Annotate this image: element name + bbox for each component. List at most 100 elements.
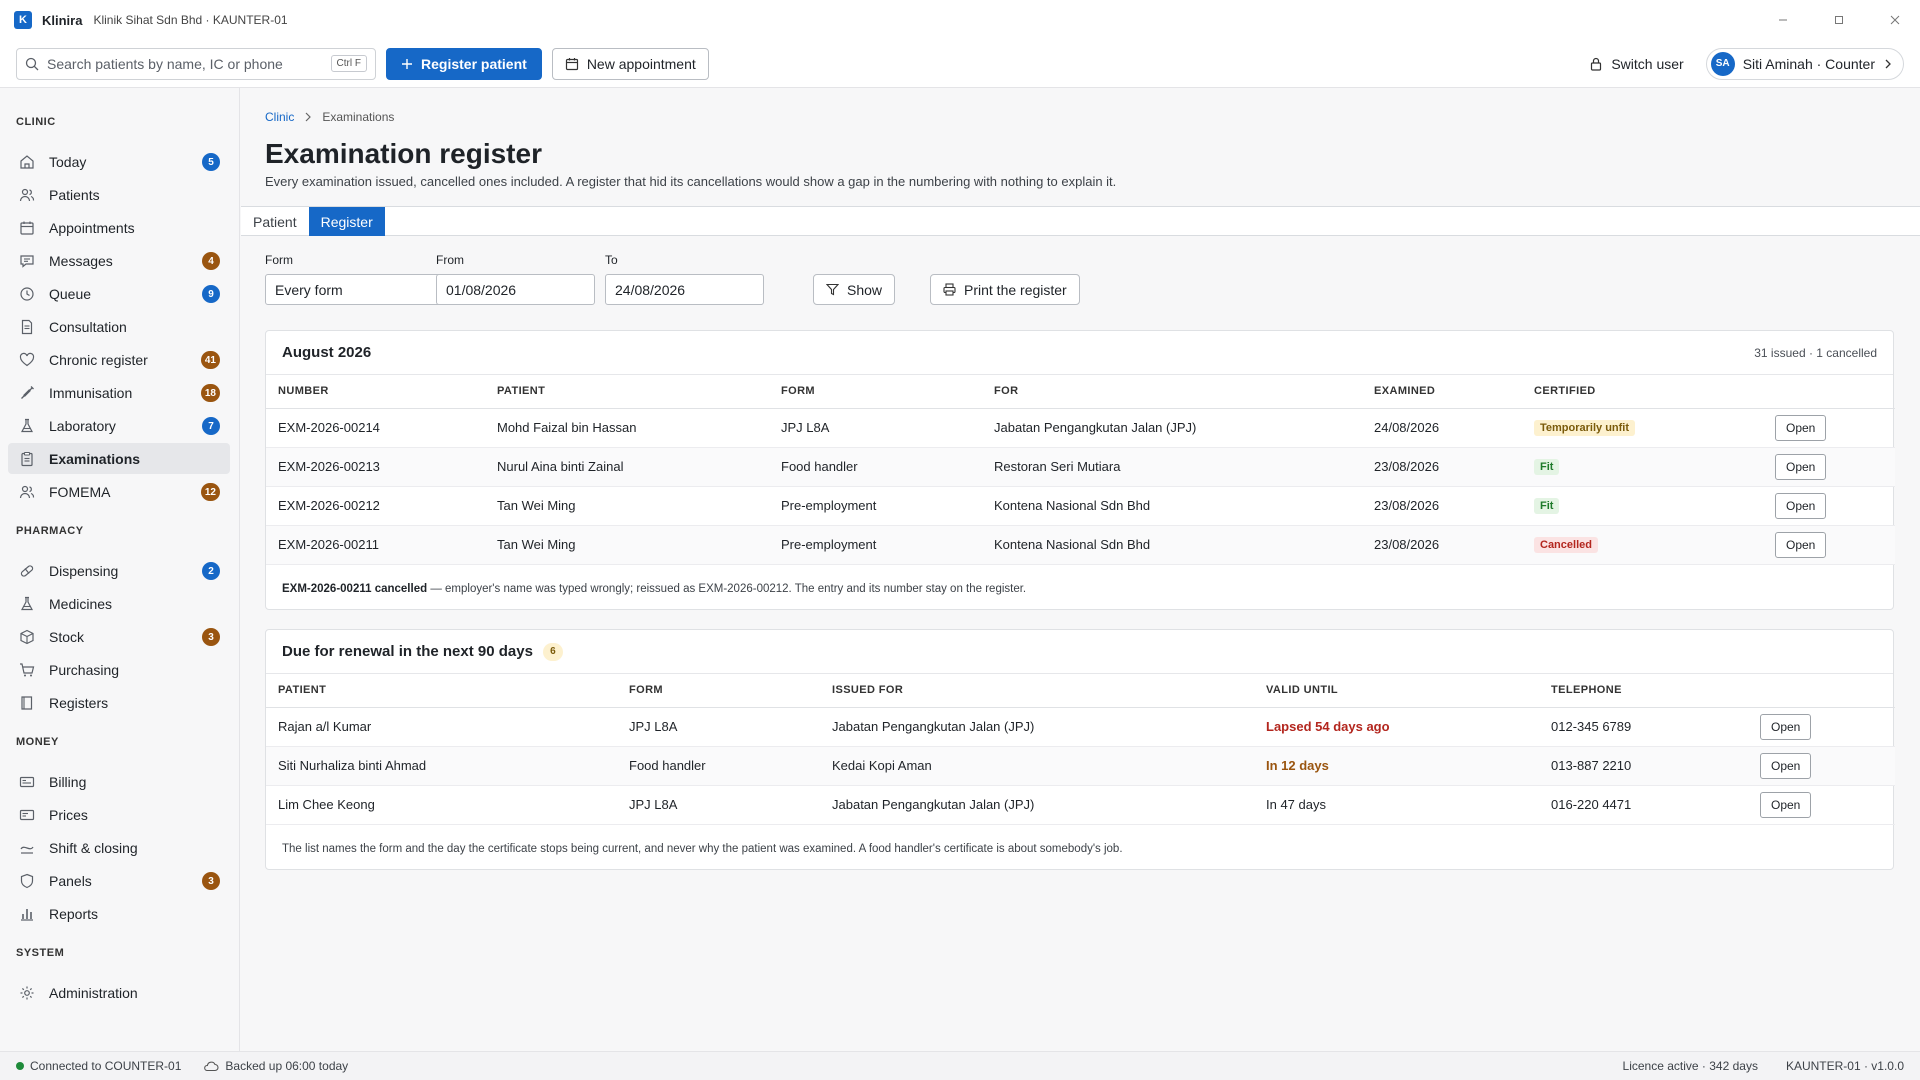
sidebar-item-purchasing[interactable]: Purchasing — [8, 654, 230, 685]
sidebar-item-billing[interactable]: Billing — [8, 766, 230, 797]
sidebar-item-fomema[interactable]: FOMEMA 12 — [8, 476, 230, 507]
renewals-note: The list names the form and the day the … — [282, 842, 1123, 855]
exam-form: JPJ L8A — [769, 408, 982, 448]
sidebar-item-appointments[interactable]: Appointments — [8, 212, 230, 243]
backup-status: Backed up 06:00 today — [225, 1059, 349, 1073]
register-card: August 2026 31 issued · 1 cancelled NUMB… — [265, 330, 1895, 610]
form-select[interactable]: Every form — [265, 274, 465, 305]
exam-date: 23/08/2026 — [1362, 447, 1522, 487]
open-button[interactable]: Open — [1775, 453, 1827, 480]
sidebar-item-stock[interactable]: Stock 3 — [8, 621, 230, 652]
open-button[interactable]: Open — [1775, 414, 1827, 441]
open-button[interactable]: Open — [1775, 531, 1827, 558]
sidebar-item-reports[interactable]: Reports — [8, 898, 230, 929]
col-for: FOR — [982, 375, 1362, 409]
tab-patient[interactable]: Patient — [241, 207, 309, 236]
sidebar-item-label: Administration — [49, 984, 138, 1001]
from-label: From — [436, 253, 464, 267]
sidebar-item-panels[interactable]: Panels 3 — [8, 865, 230, 896]
close-icon — [1890, 15, 1900, 25]
open-button[interactable]: Open — [1775, 492, 1827, 519]
new-appointment-button[interactable]: New appointment — [551, 47, 709, 80]
renewals-table: PATIENT FORM ISSUED FOR VALID UNTIL TELE… — [266, 674, 1895, 825]
document-icon — [21, 319, 33, 334]
to-field: To — [605, 253, 764, 305]
sidebar-item-prices[interactable]: Prices — [8, 799, 230, 830]
print-register-button[interactable]: Print the register — [930, 274, 1080, 305]
sidebar-item-shift-and-closing[interactable]: Shift & closing — [8, 832, 230, 863]
sidebar-item-queue[interactable]: Queue 9 — [8, 278, 230, 309]
sidebar-item-badge: 2 — [202, 562, 220, 580]
sidebar-item-dispensing[interactable]: Dispensing 2 — [8, 555, 230, 586]
sidebar-item-patients[interactable]: Patients — [8, 179, 230, 210]
renewal-issued-for: Kedai Kopi Aman — [820, 746, 1254, 786]
sidebar-item-today[interactable]: Today 5 — [8, 146, 230, 177]
search-icon — [25, 57, 39, 70]
certified-cell: Cancelled — [1522, 525, 1763, 565]
renewal-patient: Lim Chee Keong — [266, 785, 617, 825]
sidebar-item-badge: 41 — [200, 351, 220, 369]
sidebar-item-label: Immunisation — [49, 384, 133, 401]
new-appointment-label: New appointment — [586, 55, 696, 72]
sidebar-item-registers[interactable]: Registers — [8, 687, 230, 718]
exam-for: Restoran Seri Mutiara — [982, 447, 1362, 487]
app-logo: K — [14, 11, 32, 29]
sidebar-item-administration[interactable]: Administration — [8, 977, 230, 1008]
breadcrumb: Clinic Examinations — [265, 110, 394, 124]
switch-user-button[interactable]: Switch user — [1589, 56, 1684, 72]
sidebar-item-label: Purchasing — [49, 661, 120, 678]
sidebar-item-label: Prices — [49, 806, 88, 823]
nav-heading-pharmacy: PHARMACY — [16, 525, 84, 537]
certified-cell: Temporarily unfit — [1522, 408, 1763, 448]
search-box[interactable]: Ctrl F — [16, 47, 376, 80]
exam-date: 24/08/2026 — [1362, 408, 1522, 448]
patient-name: Tan Wei Ming — [485, 525, 769, 565]
sidebar-item-consultation[interactable]: Consultation — [8, 311, 230, 342]
nav-group-money: MONEY Billing Prices Shift & closing Panels… — [0, 732, 239, 929]
sidebar-item-chronic-register[interactable]: Chronic register 41 — [8, 344, 230, 375]
heart-icon — [19, 352, 35, 366]
table-row: Rajan a/l Kumar JPJ L8A Jabatan Pengangkut… — [266, 707, 1895, 747]
sidebar-item-medicines[interactable]: Medicines — [8, 588, 230, 619]
cancellation-note-text: — employer's name was typed wrongly; rei… — [427, 582, 1027, 595]
tab-register[interactable]: Register — [308, 207, 385, 236]
sidebar-item-badge: 9 — [202, 285, 220, 303]
col-renewal-valid-until: VALID UNTIL — [1254, 674, 1539, 708]
action-cell: Open — [1748, 746, 1895, 786]
clock-icon — [20, 286, 34, 301]
sidebar-item-examinations[interactable]: Examinations — [8, 443, 230, 474]
action-cell: Open — [1763, 408, 1895, 448]
search-input[interactable] — [47, 55, 331, 72]
sidebar-item-badge: 12 — [200, 483, 220, 501]
close-button[interactable] — [1884, 9, 1906, 31]
open-button[interactable]: Open — [1760, 791, 1812, 818]
status-badge: Cancelled — [1534, 537, 1598, 553]
from-date-input[interactable] — [436, 274, 595, 305]
renewal-telephone: 013-887 2210 — [1539, 746, 1748, 786]
user-menu-button[interactable]: SA Siti Aminah · Counter — [1705, 47, 1904, 80]
sidebar-item-label: Messages — [49, 252, 113, 269]
open-button[interactable]: Open — [1760, 713, 1812, 740]
syringe-icon — [21, 385, 34, 399]
maximize-button[interactable] — [1828, 9, 1850, 31]
maximize-icon — [1835, 16, 1843, 24]
show-button[interactable]: Show — [813, 274, 896, 305]
open-button[interactable]: Open — [1760, 752, 1812, 779]
renewals-header-row: PATIENT FORM ISSUED FOR VALID UNTIL TELE… — [266, 674, 1895, 708]
to-date-input[interactable] — [605, 274, 764, 305]
sidebar-item-label: Chronic register — [49, 351, 148, 368]
sidebar-item-immunisation[interactable]: Immunisation 18 — [8, 377, 230, 408]
nav-heading-clinic: CLINIC — [16, 116, 56, 128]
table-row: EXM-2026-00214 Mohd Faizal bin Hassan JPJ … — [266, 408, 1895, 448]
sidebar-item-laboratory[interactable]: Laboratory 7 — [8, 410, 230, 441]
register-patient-button[interactable]: Register patient — [386, 47, 542, 80]
minimize-button[interactable] — [1772, 9, 1794, 31]
breadcrumb-clinic-link[interactable]: Clinic — [265, 110, 294, 124]
sidebar-item-messages[interactable]: Messages 4 — [8, 245, 230, 276]
book-icon — [21, 695, 33, 710]
cancellation-note: EXM-2026-00211 cancelled — employer's na… — [266, 565, 1893, 609]
certified-cell: Fit — [1522, 447, 1763, 487]
exam-number: EXM-2026-00211 — [266, 525, 485, 565]
exam-number: EXM-2026-00213 — [266, 447, 485, 487]
renewal-telephone: 012-345 6789 — [1539, 707, 1748, 747]
